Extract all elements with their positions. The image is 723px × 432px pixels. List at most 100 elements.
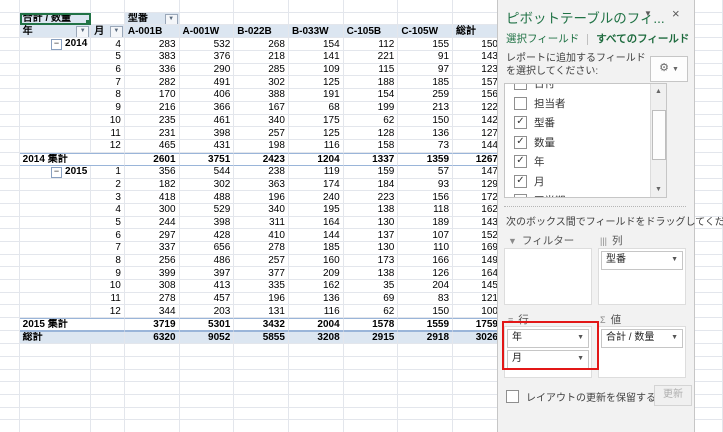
cell[interactable]: [0, 382, 20, 395]
cell[interactable]: [125, 395, 180, 408]
month-cell[interactable]: 9: [91, 267, 125, 280]
data-cell[interactable]: 428: [180, 229, 235, 242]
data-cell[interactable]: 173: [344, 255, 399, 268]
data-cell[interactable]: 198: [234, 140, 289, 153]
data-cell[interactable]: 238: [234, 166, 289, 179]
cell[interactable]: [344, 13, 399, 26]
grand-total-cell[interactable]: 3208: [289, 331, 344, 344]
data-cell[interactable]: 62: [344, 305, 399, 318]
data-cell[interactable]: 257: [234, 127, 289, 140]
cell[interactable]: [91, 420, 125, 432]
cell[interactable]: [289, 13, 344, 26]
model-filter-dropdown-icon[interactable]: ▼: [165, 14, 178, 26]
data-cell[interactable]: 69: [344, 293, 399, 306]
month-cell[interactable]: 10: [91, 280, 125, 293]
cell[interactable]: [20, 127, 92, 140]
cell[interactable]: [20, 370, 92, 383]
data-cell[interactable]: 188: [344, 76, 399, 89]
cell[interactable]: [180, 13, 235, 26]
data-cell[interactable]: 388: [234, 89, 289, 102]
cell[interactable]: [0, 293, 20, 306]
cell[interactable]: [20, 382, 92, 395]
field-list-item[interactable]: 四半期: [505, 191, 651, 198]
data-cell[interactable]: 91: [398, 51, 453, 64]
subtotal-cell[interactable]: 2423: [234, 153, 289, 166]
cell[interactable]: [91, 382, 125, 395]
data-cell[interactable]: 406: [180, 89, 235, 102]
data-cell[interactable]: 203: [180, 305, 235, 318]
cell[interactable]: [0, 204, 20, 217]
cell[interactable]: [0, 102, 20, 115]
data-cell[interactable]: 73: [398, 140, 453, 153]
data-cell[interactable]: 144: [289, 229, 344, 242]
data-cell[interactable]: 109: [289, 64, 344, 77]
cell[interactable]: [234, 420, 289, 432]
data-cell[interactable]: 191: [289, 89, 344, 102]
cell[interactable]: [20, 64, 92, 77]
month-cell[interactable]: 8: [91, 255, 125, 268]
cell[interactable]: [20, 267, 92, 280]
scroll-up-icon[interactable]: ▲: [651, 84, 666, 99]
month-cell[interactable]: 7: [91, 76, 125, 89]
data-cell[interactable]: 337: [125, 242, 180, 255]
data-cell[interactable]: 118: [398, 204, 453, 217]
cell[interactable]: [0, 25, 20, 38]
data-cell[interactable]: 189: [398, 217, 453, 230]
subtotal-cell[interactable]: 2601: [125, 153, 180, 166]
year-filter-dropdown-icon[interactable]: ▼: [76, 26, 89, 38]
cell[interactable]: [0, 229, 20, 242]
cell[interactable]: [0, 179, 20, 192]
data-cell[interactable]: 136: [289, 293, 344, 306]
month-cell[interactable]: 9: [91, 102, 125, 115]
cell[interactable]: [125, 370, 180, 383]
cell[interactable]: [234, 370, 289, 383]
column-field-chip[interactable]: 型番▼: [601, 251, 683, 270]
data-cell[interactable]: 126: [398, 267, 453, 280]
cell[interactable]: [0, 305, 20, 318]
cell[interactable]: [20, 395, 92, 408]
cell[interactable]: [234, 344, 289, 357]
cell[interactable]: [20, 191, 92, 204]
cell[interactable]: [91, 370, 125, 383]
cell[interactable]: [344, 408, 399, 421]
data-cell[interactable]: 199: [344, 102, 399, 115]
column-header-cell[interactable]: A-001B: [125, 25, 180, 38]
cell[interactable]: [20, 293, 92, 306]
cell[interactable]: [0, 370, 20, 383]
field-list-item[interactable]: ✓年: [505, 152, 651, 172]
month-cell[interactable]: 11: [91, 293, 125, 306]
data-cell[interactable]: 259: [398, 89, 453, 102]
cell[interactable]: [180, 370, 235, 383]
cell[interactable]: [125, 0, 180, 13]
cell[interactable]: [398, 382, 453, 395]
cell[interactable]: [20, 280, 92, 293]
cell[interactable]: [180, 0, 235, 13]
cell[interactable]: [20, 0, 92, 13]
data-cell[interactable]: 216: [125, 102, 180, 115]
data-cell[interactable]: 231: [125, 127, 180, 140]
unchecked-checkbox[interactable]: [514, 97, 527, 110]
checked-checkbox[interactable]: ✓: [514, 136, 527, 149]
cell[interactable]: [234, 0, 289, 13]
cell[interactable]: [0, 217, 20, 230]
cell[interactable]: [344, 382, 399, 395]
model-header-cell[interactable]: 型番▼: [125, 13, 180, 26]
data-cell[interactable]: 204: [398, 280, 453, 293]
data-cell[interactable]: 115: [344, 64, 399, 77]
cell[interactable]: [234, 357, 289, 370]
cell[interactable]: [20, 179, 92, 192]
unchecked-checkbox[interactable]: [514, 83, 527, 90]
cell[interactable]: [344, 370, 399, 383]
data-cell[interactable]: 656: [180, 242, 235, 255]
cell[interactable]: [0, 38, 20, 51]
chevron-down-icon[interactable]: ▼: [671, 330, 678, 346]
subtotal-cell[interactable]: 1204: [289, 153, 344, 166]
cell[interactable]: [20, 305, 92, 318]
year-group-cell[interactable]: −2015: [20, 166, 92, 179]
data-cell[interactable]: 356: [125, 166, 180, 179]
subtotal-cell[interactable]: 1359: [398, 153, 453, 166]
data-cell[interactable]: 302: [180, 179, 235, 192]
cell[interactable]: [0, 51, 20, 64]
column-header-cell[interactable]: B-033W: [289, 25, 344, 38]
month-cell[interactable]: 8: [91, 89, 125, 102]
